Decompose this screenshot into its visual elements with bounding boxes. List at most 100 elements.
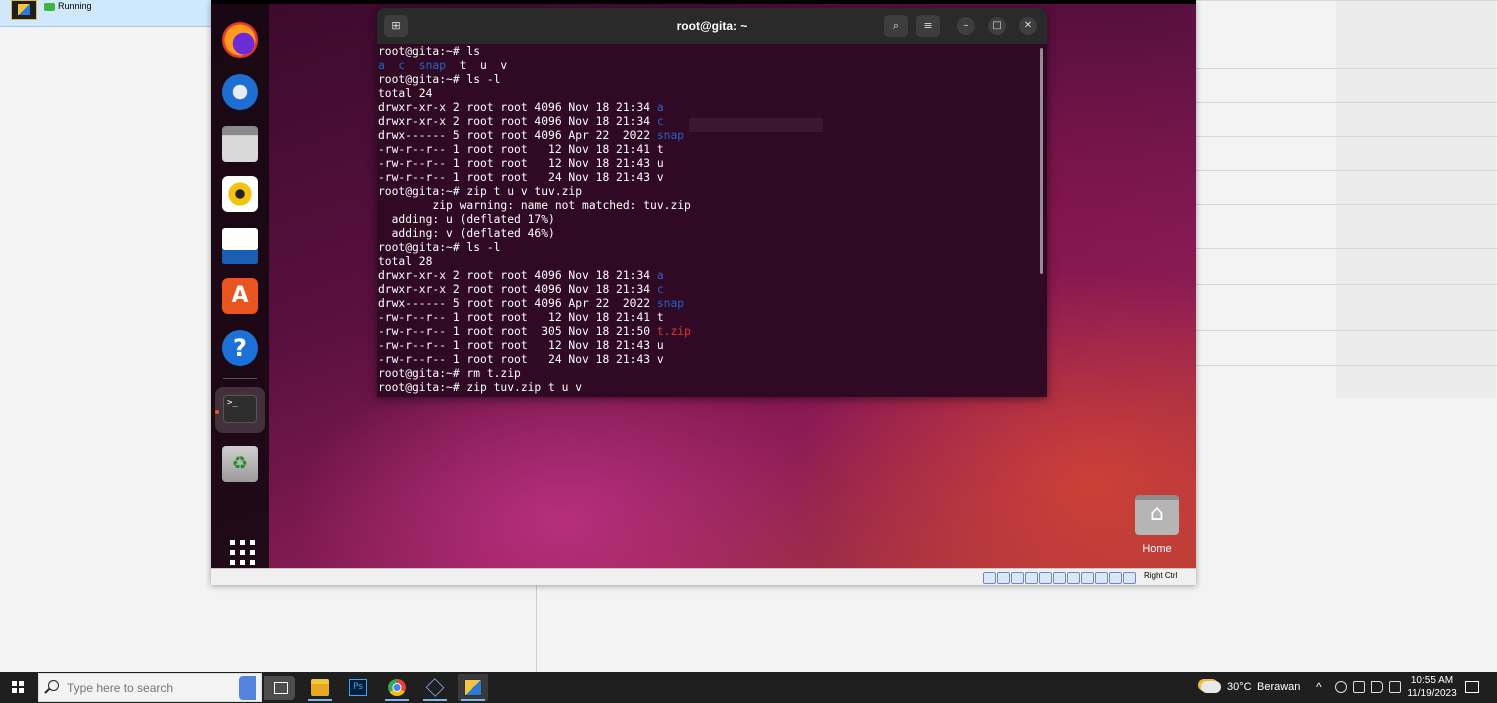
terminal-line: zip warning: name not matched: tuv.zip xyxy=(378,199,1038,213)
firefox-icon[interactable] xyxy=(222,22,258,58)
close-icon[interactable]: ✕ xyxy=(1019,17,1037,35)
maximize-icon[interactable]: □ xyxy=(988,17,1006,35)
files-icon[interactable] xyxy=(222,126,258,162)
host-pane-divider xyxy=(536,583,537,672)
host-row-line xyxy=(1196,365,1497,366)
network-icon[interactable] xyxy=(1025,572,1038,584)
vm-window[interactable]: A ? >_ ♻ ⊞ root@gita: ~ ⌕ ≡ – □ ✕ root@g… xyxy=(211,0,1196,585)
weather-cloud-icon[interactable] xyxy=(1201,681,1221,693)
trash-icon[interactable]: ♻ xyxy=(222,446,258,482)
ubuntu-top-bar xyxy=(211,0,1196,4)
terminal-window[interactable]: ⊞ root@gita: ~ ⌕ ≡ – □ ✕ root@gita:~# ls… xyxy=(377,8,1047,397)
vm-statusbar: Right Ctrl xyxy=(211,568,1196,585)
app-center-icon[interactable]: A xyxy=(222,278,258,314)
weather-temperature[interactable]: 30°C xyxy=(1227,672,1252,703)
directory-name: a c snap xyxy=(378,59,447,72)
terminal-line: a c snap t u v xyxy=(378,59,1038,73)
terminal-text: -rw-r--r-- 1 root root 12 Nov 18 21:41 t xyxy=(378,311,664,324)
terminal-title: root@gita: ~ xyxy=(676,19,748,33)
terminal-line: root@gita:~# ls -l xyxy=(378,73,1038,87)
photoshop-icon: Ps xyxy=(349,679,367,696)
display-icon[interactable] xyxy=(1067,572,1080,584)
terminal-line: root@gita:~# zip tuv.zip t u v xyxy=(378,381,1038,395)
taskbar-search-input[interactable] xyxy=(67,678,207,698)
host-details-panel xyxy=(1196,0,1497,400)
cpu-icon[interactable] xyxy=(1095,572,1108,584)
terminal-text: drwx------ 5 root root 4096 Apr 22 2022 xyxy=(378,297,657,310)
vm-list-item[interactable]: Running xyxy=(0,0,211,27)
chrome-button[interactable] xyxy=(382,674,412,701)
display-tray-icon[interactable] xyxy=(1353,681,1365,693)
file-explorer-button[interactable] xyxy=(305,674,335,701)
vm-status-label: Running xyxy=(58,1,92,11)
taskbar-clock[interactable]: 10:55 AM 11/19/2023 xyxy=(1404,674,1460,700)
file-explorer-icon xyxy=(311,679,329,696)
taskbar-search-box[interactable] xyxy=(38,673,295,702)
terminal-text: -rw-r--r-- 1 root root 24 Nov 18 21:43 v xyxy=(378,353,664,366)
home-folder-icon[interactable] xyxy=(1135,495,1179,535)
task-view-icon xyxy=(274,682,288,694)
host-row-line xyxy=(1196,284,1497,285)
virtualbox-button[interactable] xyxy=(420,674,450,701)
mouse-integration-icon[interactable] xyxy=(1109,572,1122,584)
vm-window-button[interactable] xyxy=(458,674,488,701)
libreoffice-writer-icon[interactable] xyxy=(222,228,258,264)
terminal-scrollbar[interactable] xyxy=(1040,48,1043,274)
terminal-line: total 24 xyxy=(378,87,1038,101)
terminal-line: root@gita:~# zip t u v tuv.zip xyxy=(378,185,1038,199)
terminal-line: -rw-r--r-- 1 root root 24 Nov 18 21:43 v xyxy=(378,171,1038,185)
ubuntu-desktop[interactable]: A ? >_ ♻ ⊞ root@gita: ~ ⌕ ≡ – □ ✕ root@g… xyxy=(211,0,1196,568)
photoshop-button[interactable]: Ps xyxy=(343,674,373,701)
search-icon xyxy=(48,680,59,691)
virtualbox-icon xyxy=(425,678,445,697)
audio-icon[interactable] xyxy=(1011,572,1024,584)
rhythmbox-icon[interactable] xyxy=(222,176,258,212)
directory-name: a xyxy=(656,101,664,114)
terminal-dock-item[interactable]: >_ xyxy=(215,387,265,433)
chrome-icon xyxy=(388,679,406,696)
keyboard-icon[interactable] xyxy=(1123,572,1136,584)
volume-icon[interactable] xyxy=(1371,681,1383,693)
show-hidden-icons-icon[interactable]: ^ xyxy=(1316,672,1322,703)
thunderbird-icon[interactable] xyxy=(222,74,258,110)
recording-icon[interactable] xyxy=(1081,572,1094,584)
help-icon[interactable]: ? xyxy=(222,330,258,366)
terminal-line: drwx------ 5 root root 4096 Apr 22 2022 … xyxy=(378,297,1038,311)
network-tray-icon[interactable] xyxy=(1389,681,1401,693)
directory-name: c xyxy=(656,283,664,296)
terminal-text: adding: v (deflated 46%) xyxy=(378,227,555,240)
usb-icon[interactable] xyxy=(1039,572,1052,584)
terminal-line: root@gita:~# rm t.zip xyxy=(378,367,1038,381)
start-button[interactable] xyxy=(0,672,36,703)
minimize-icon[interactable]: – xyxy=(957,17,975,35)
terminal-text: root@gita:~# zip t u v tuv.zip xyxy=(378,185,583,198)
terminal-icon: >_ xyxy=(223,395,257,423)
terminal-line: total 28 xyxy=(378,255,1038,269)
clock-time: 10:55 AM xyxy=(1410,675,1454,686)
shared-folders-icon[interactable] xyxy=(1053,572,1066,584)
ubuntu-dock: A ? >_ ♻ xyxy=(211,4,269,568)
terminal-text: -rw-r--r-- 1 root root 12 Nov 18 21:41 t xyxy=(378,143,664,156)
terminal-text: -rw-r--r-- 1 root root 12 Nov 18 21:43 u xyxy=(378,157,664,170)
notification-center-icon[interactable] xyxy=(1465,681,1479,693)
show-apps-icon[interactable] xyxy=(222,532,258,568)
terminal-text: drwxr-xr-x 2 root root 4096 Nov 18 21:34 xyxy=(378,101,657,114)
search-icon[interactable]: ⌕ xyxy=(884,15,908,37)
terminal-text: drwxr-xr-x 2 root root 4096 Nov 18 21:34 xyxy=(378,115,657,128)
hamburger-menu-icon[interactable]: ≡ xyxy=(916,15,940,37)
directory-name: c xyxy=(656,115,664,128)
terminal-text: t u v xyxy=(446,59,508,72)
task-view-button[interactable] xyxy=(266,674,296,701)
optical-drive-icon[interactable] xyxy=(997,572,1010,584)
terminal-titlebar[interactable]: ⊞ root@gita: ~ ⌕ ≡ – □ ✕ xyxy=(377,8,1047,44)
terminal-text: -rw-r--r-- 1 root root 305 Nov 18 21:50 xyxy=(378,325,657,338)
directory-name: a xyxy=(656,269,664,282)
virtualbox-vm-icon xyxy=(11,0,37,20)
terminal-text: drwxr-xr-x 2 root root 4096 Nov 18 21:34 xyxy=(378,269,657,282)
onedrive-icon[interactable] xyxy=(1335,681,1347,693)
terminal-output[interactable]: root@gita:~# ls a c snap t u v root@gita:~… xyxy=(377,45,1038,397)
hard-disk-icon[interactable] xyxy=(983,572,996,584)
weather-condition[interactable]: Berawan xyxy=(1257,672,1300,703)
vm-window-icon xyxy=(464,679,482,696)
terminal-text: root@gita:~# zip tuv.zip t u v xyxy=(378,381,583,394)
